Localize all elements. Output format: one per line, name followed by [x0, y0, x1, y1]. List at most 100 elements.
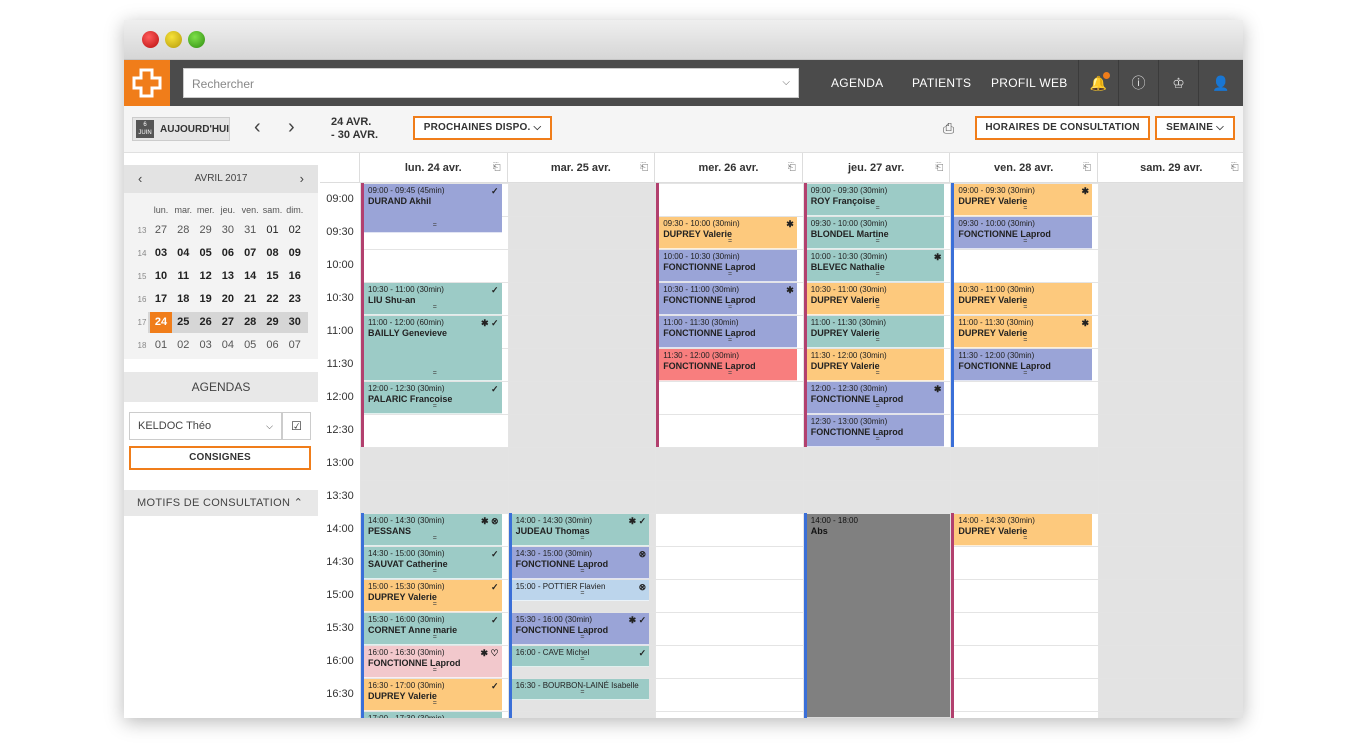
appointment-block[interactable]: 09:00 - 09:30 (30min) DUPREY Valerie = ✱: [954, 184, 1092, 216]
resize-handle[interactable]: =: [728, 369, 732, 379]
day-cell[interactable]: 01: [150, 335, 172, 356]
appointment-block[interactable]: 12:30 - 13:00 (30min) FONCTIONNE Laprod =: [806, 415, 945, 447]
resize-handle[interactable]: =: [876, 336, 880, 346]
appointment-block[interactable]: 09:00 - 09:30 (30min) ROY Françoise =: [806, 184, 945, 216]
day-print-icon[interactable]: ⎗: [935, 153, 943, 183]
appointment-block[interactable]: 10:00 - 10:30 (30min) BLEVEC Nathalie = ✱: [806, 250, 945, 282]
day-cell[interactable]: 22: [262, 289, 284, 310]
day-cell[interactable]: 30: [284, 312, 306, 333]
appointment-block[interactable]: 09:00 - 09:45 (45min) DURAND Akhil = ✓: [364, 184, 502, 233]
day-cell[interactable]: 04: [217, 335, 239, 356]
day-cell[interactable]: 18: [172, 289, 194, 310]
resize-handle[interactable]: =: [433, 567, 437, 577]
prev-month-button[interactable]: ‹: [138, 165, 142, 193]
day-print-icon[interactable]: ⎗: [1083, 153, 1091, 183]
appointment-block[interactable]: 17:00 - 17:30 (30min)=: [364, 712, 502, 718]
resize-handle[interactable]: =: [580, 589, 584, 599]
appointment-block[interactable]: 09:30 - 10:00 (30min) FONCTIONNE Laprod =: [954, 217, 1092, 249]
day-cell[interactable]: 05: [239, 335, 261, 356]
appointment-block[interactable]: 15:30 - 16:00 (30min) CORNET Anne marie = ✓: [364, 613, 502, 645]
resize-handle[interactable]: =: [580, 633, 584, 643]
day-cell[interactable]: 23: [284, 289, 306, 310]
resize-handle[interactable]: =: [433, 534, 437, 544]
resize-handle[interactable]: =: [1023, 303, 1027, 313]
appointment-block[interactable]: 15:00 - POTTIER Flavien = ⊗: [511, 580, 650, 602]
resize-handle[interactable]: =: [580, 567, 584, 577]
appointment-block[interactable]: 16:30 - 17:00 (30min) DUPREY Valerie = ✓: [364, 679, 502, 711]
view-selector[interactable]: SEMAINE ⌵: [1155, 116, 1235, 140]
appointment-block[interactable]: 11:00 - 11:30 (30min) DUPREY Valerie =: [806, 316, 945, 348]
maximize-window-button[interactable]: [188, 31, 205, 48]
resize-handle[interactable]: =: [433, 369, 437, 379]
appointment-block[interactable]: 16:30 - BOURBON-LAINÉ Isabelle =: [511, 679, 650, 701]
resize-handle[interactable]: =: [1023, 534, 1027, 544]
day-cell[interactable]: 24: [150, 312, 172, 333]
day-cell[interactable]: 26: [195, 312, 217, 333]
day-cell[interactable]: 10: [150, 266, 172, 287]
resize-handle[interactable]: =: [1023, 204, 1027, 214]
day-cell[interactable]: 02: [284, 220, 306, 241]
day-cell[interactable]: 28: [172, 220, 194, 241]
resize-handle[interactable]: =: [1023, 237, 1027, 247]
appointment-block[interactable]: 11:00 - 11:30 (30min) DUPREY Valerie = ✱: [954, 316, 1092, 348]
resize-handle[interactable]: =: [876, 204, 880, 214]
resize-handle[interactable]: =: [433, 402, 437, 412]
appointment-block[interactable]: 10:30 - 11:00 (30min) DUPREY Valerie =: [954, 283, 1092, 315]
day-column-header[interactable]: lun. 24 avr. ⎗: [360, 153, 508, 183]
motifs-header[interactable]: MOTIFS DE CONSULTATION ⌃: [124, 490, 318, 516]
appointment-block[interactable]: 14:30 - 15:00 (30min) SAUVAT Catherine = ✓: [364, 547, 502, 579]
agenda-checkbox[interactable]: ☑: [282, 412, 311, 440]
day-cell[interactable]: 29: [195, 220, 217, 241]
appointment-block[interactable]: 15:00 - 15:30 (30min) DUPREY Valerie = ✓: [364, 580, 502, 612]
day-column-header[interactable]: sam. 29 avr. ⎗: [1098, 153, 1243, 183]
day-cell[interactable]: 12: [195, 266, 217, 287]
day-cell[interactable]: 25: [172, 312, 194, 333]
day-column-header[interactable]: mer. 26 avr. ⎗: [655, 153, 803, 183]
nav-profil-web[interactable]: PROFIL WEB: [991, 60, 1068, 106]
day-cell[interactable]: 03: [150, 243, 172, 264]
search-input[interactable]: Rechercher ⌵: [183, 68, 799, 98]
day-column-header[interactable]: jeu. 27 avr. ⎗: [802, 153, 951, 183]
day-print-icon[interactable]: ⎗: [493, 153, 501, 183]
resize-handle[interactable]: =: [728, 336, 732, 346]
appointment-block[interactable]: 11:00 - 12:00 (60min) BAILLY Genevieve = ✱ …: [364, 316, 502, 381]
appointment-block[interactable]: 11:00 - 11:30 (30min) FONCTIONNE Laprod =: [659, 316, 797, 348]
resize-handle[interactable]: =: [580, 655, 584, 665]
close-window-button[interactable]: [142, 31, 159, 48]
appointment-block[interactable]: 10:30 - 11:00 (30min) DUPREY Valerie =: [806, 283, 945, 315]
day-cell[interactable]: 17: [150, 289, 172, 310]
crown-icon[interactable]: ♔: [1158, 60, 1198, 106]
resize-handle[interactable]: =: [433, 303, 437, 313]
appointment-block[interactable]: 12:00 - 12:30 (30min) PALARIC Francoise = ✓: [364, 382, 502, 414]
appointment-block[interactable]: 10:30 - 11:00 (30min) FONCTIONNE Laprod = ✱: [659, 283, 797, 315]
day-cell[interactable]: 03: [195, 335, 217, 356]
nav-patients[interactable]: PATIENTS: [912, 60, 971, 106]
agenda-select[interactable]: KELDOC Théo ⌵: [129, 412, 282, 440]
day-cell[interactable]: 06: [262, 335, 284, 356]
day-cell[interactable]: 19: [195, 289, 217, 310]
bell-icon[interactable]: 🔔: [1078, 60, 1118, 106]
appointment-block[interactable]: 10:30 - 11:00 (30min) LIU Shu-an = ✓: [364, 283, 502, 315]
resize-handle[interactable]: =: [433, 633, 437, 643]
minimize-window-button[interactable]: [165, 31, 182, 48]
resize-handle[interactable]: =: [876, 402, 880, 412]
day-cell[interactable]: 11: [172, 266, 194, 287]
resize-handle[interactable]: =: [580, 688, 584, 698]
logo[interactable]: [124, 60, 170, 106]
day-column-header[interactable]: mar. 25 avr. ⎗: [507, 153, 656, 183]
appointment-block[interactable]: 11:30 - 12:00 (30min) DUPREY Valerie =: [806, 349, 945, 381]
resize-handle[interactable]: =: [728, 237, 732, 247]
appointment-block[interactable]: 11:30 - 12:00 (30min) FONCTIONNE Laprod =: [659, 349, 797, 381]
resize-handle[interactable]: =: [1023, 336, 1027, 346]
day-cell[interactable]: 04: [172, 243, 194, 264]
appointment-block[interactable]: 09:30 - 10:00 (30min) DUPREY Valerie = ✱: [659, 217, 797, 249]
day-print-icon[interactable]: ⎗: [788, 153, 796, 183]
resize-handle[interactable]: =: [433, 699, 437, 709]
day-cell[interactable]: 21: [239, 289, 261, 310]
appointment-block[interactable]: 14:00 - 14:30 (30min) DUPREY Valerie =: [954, 514, 1092, 546]
appointment-block[interactable]: 11:30 - 12:00 (30min) FONCTIONNE Laprod =: [954, 349, 1092, 381]
day-print-icon[interactable]: ⎗: [1231, 153, 1239, 183]
next-month-button[interactable]: ›: [300, 165, 304, 193]
resize-handle[interactable]: =: [876, 303, 880, 313]
day-cell[interactable]: 09: [284, 243, 306, 264]
